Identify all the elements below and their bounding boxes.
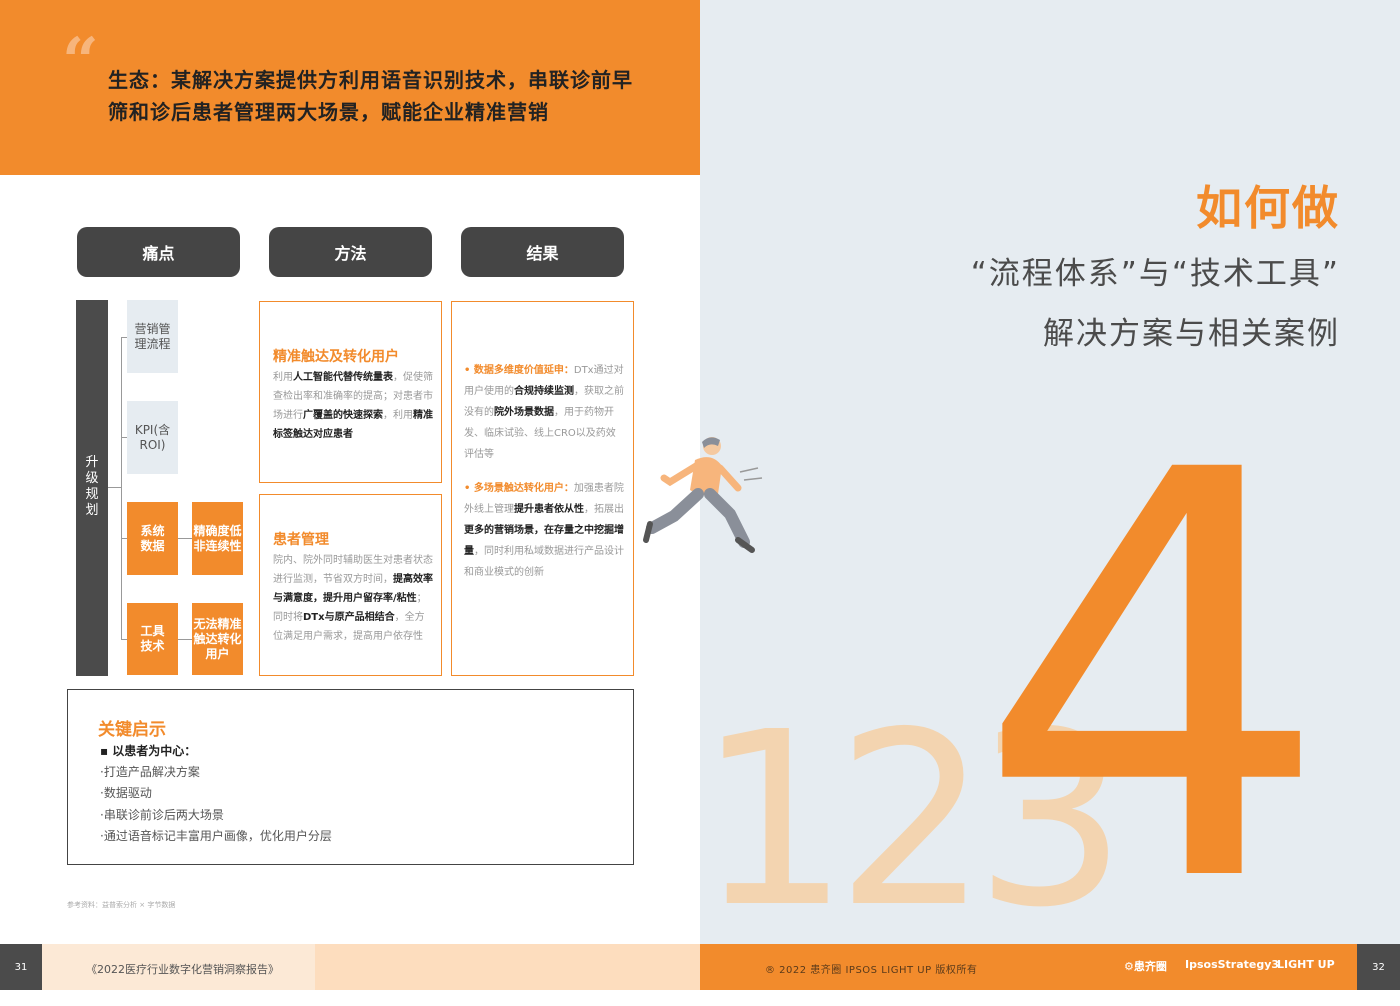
running-person-illustration	[643, 437, 763, 553]
logo-ipsos-strategy3: IpsosStrategy3	[1185, 958, 1280, 971]
pain-system-issue: 精确度低 非连续性	[192, 502, 243, 575]
copyright-text: ® 2022 患齐圈 IPSOS LIGHT UP 版权所有	[765, 965, 978, 976]
footer-left-accent	[315, 944, 700, 990]
insight-title: 关键启示	[98, 720, 166, 740]
connector	[178, 639, 192, 640]
column-header-result: 结果	[461, 227, 624, 277]
logo-huanqiquan: ⚙患齐圈	[1124, 960, 1167, 973]
insight-item: ·通过语音标记丰富用户画像，优化用户分层	[100, 829, 332, 843]
pain-tool-tech: 工具 技术	[127, 603, 178, 675]
result-item-multi-scene: • 多场景触达转化用户：加强患者院外线上管理提升患者依从性，拓展出更多的营销场景…	[464, 483, 624, 578]
insight-item: ·串联诊前诊后两大场景	[100, 808, 224, 822]
reference-note: 参考资料：益普索分析 × 字节数据	[67, 901, 176, 909]
insight-item: ▪ 以患者为中心：	[100, 744, 197, 758]
insight-item: ·打造产品解决方案	[100, 765, 200, 779]
result-item-data-value: • 数据多维度价值延申：DTx通过对用户使用的合规持续监测，获取之前没有的院外场…	[464, 365, 624, 460]
connector	[121, 337, 122, 639]
header-line-1: 生态：某解决方案提供方利用语音识别技术，串联诊前早	[108, 68, 633, 92]
section-title: 如何做	[1196, 181, 1340, 235]
page-number-left: 31	[0, 944, 42, 990]
report-title: 《2022医疗行业数字化营销洞察报告》	[86, 963, 279, 976]
section-subtitle-2: 解决方案与相关案例	[1043, 316, 1340, 352]
upgrade-plan-label: 升 级 规 划	[85, 455, 99, 518]
method-title-precision: 精准触达及转化用户	[273, 349, 399, 365]
logo-light-up: LIGHT UP	[1277, 958, 1335, 971]
gear-icon: ⚙	[1124, 960, 1134, 973]
page-number-right: 32	[1357, 944, 1400, 990]
connector	[108, 487, 122, 488]
header-line-2: 筛和诊后患者管理两大场景，赋能企业精准营销	[108, 100, 549, 124]
column-header-method: 方法	[269, 227, 432, 277]
pain-system-data: 系统 数据	[127, 502, 178, 575]
column-header-pain: 痛点	[77, 227, 240, 277]
quote-icon: “	[62, 24, 99, 99]
method-title-patient: 患者管理	[273, 532, 329, 548]
big-number-active: 4	[975, 354, 1332, 1006]
pain-marketing-process: 营销管 理流程	[127, 300, 178, 373]
insight-item: ·数据驱动	[100, 786, 152, 800]
method-text-precision: 利用人工智能代替传统量表，促使筛查检出率和准确率的提高；对患者市场进行广覆盖的快…	[273, 372, 433, 440]
pain-tool-issue: 无法精准 触达转化 用户	[192, 603, 243, 675]
pain-kpi: KPI(含 ROI)	[127, 401, 178, 474]
method-text-patient: 院内、院外同时辅助医生对患者状态进行监测，节省双方时间，提高效率与满意度，提升用…	[273, 555, 433, 642]
connector	[178, 538, 192, 539]
method-box-precision: 精准触达及转化用户 利用人工智能代替传统量表，促使筛查检出率和准确率的提高；对患…	[259, 301, 442, 483]
section-subtitle-1: “流程体系”与“技术工具”	[970, 256, 1340, 292]
method-box-patient: 患者管理 院内、院外同时辅助医生对患者状态进行监测，节省双方时间，提高效率与满意…	[259, 494, 442, 676]
result-box: • 数据多维度价值延申：DTx通过对用户使用的合规持续监测，获取之前没有的院外场…	[451, 301, 634, 676]
